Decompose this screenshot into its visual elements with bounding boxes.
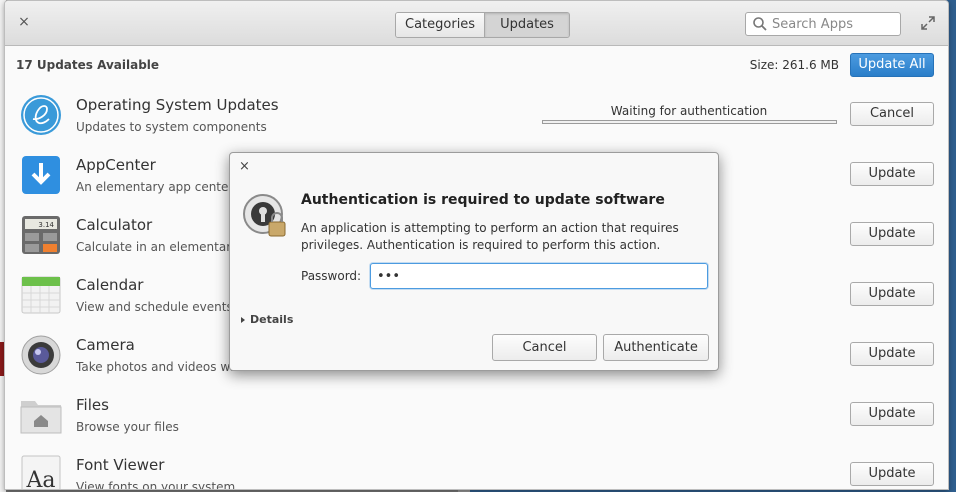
appcenter-icon bbox=[22, 156, 60, 194]
search-icon bbox=[753, 17, 767, 31]
updates-count: 17 Updates Available bbox=[16, 58, 160, 72]
details-expander[interactable]: Details bbox=[241, 313, 293, 326]
headerbar: × Categories Updates bbox=[5, 1, 948, 46]
update-button[interactable]: Update bbox=[850, 402, 934, 426]
update-button[interactable]: Update bbox=[850, 162, 934, 186]
dialog-title: Authentication is required to update sof… bbox=[301, 192, 665, 208]
update-description: View fonts on your system bbox=[76, 480, 236, 490]
dialog-close-button[interactable]: × bbox=[239, 159, 250, 174]
os-updates-icon bbox=[21, 95, 61, 135]
update-title: AppCenter bbox=[76, 156, 156, 174]
search-input[interactable] bbox=[772, 15, 896, 33]
svg-text:3.14: 3.14 bbox=[38, 221, 54, 229]
update-title: Operating System Updates bbox=[76, 96, 279, 114]
update-button[interactable]: Update bbox=[850, 462, 934, 486]
font-viewer-icon: Aa bbox=[21, 455, 61, 490]
maximize-icon[interactable] bbox=[921, 16, 935, 30]
update-description: View and schedule events bbox=[76, 300, 233, 314]
update-description: Browse your files bbox=[76, 420, 179, 434]
update-title: Calendar bbox=[76, 276, 144, 294]
update-button[interactable]: Update bbox=[850, 222, 934, 246]
update-title: Calculator bbox=[76, 216, 153, 234]
files-icon bbox=[20, 401, 62, 434]
update-button[interactable]: Update bbox=[850, 342, 934, 366]
update-title: Camera bbox=[76, 336, 135, 354]
camera-icon bbox=[21, 335, 61, 375]
update-row-files: Files Browse your files Update bbox=[5, 389, 948, 449]
update-description: An elementary app center. bbox=[76, 180, 237, 194]
update-all-button[interactable]: Update All bbox=[850, 53, 934, 77]
calculator-icon: 3.14 bbox=[22, 216, 60, 254]
update-title: Font Viewer bbox=[76, 456, 165, 474]
authentication-dialog: × Authentication is required to update s… bbox=[229, 152, 719, 371]
search-box[interactable] bbox=[745, 12, 901, 36]
update-title: Files bbox=[76, 396, 109, 414]
expander-triangle-icon bbox=[241, 317, 245, 323]
update-description: Updates to system components bbox=[76, 120, 267, 134]
update-row-os: Operating System Updates Updates to syst… bbox=[5, 89, 948, 149]
dialog-message: An application is attempting to perform … bbox=[301, 221, 679, 252]
update-row-font-viewer: Aa Font Viewer View fonts on your system… bbox=[5, 449, 948, 490]
tab-categories[interactable]: Categories bbox=[396, 13, 485, 37]
cancel-update-button[interactable]: Cancel bbox=[850, 102, 934, 126]
update-status: Waiting for authentication bbox=[610, 104, 768, 118]
update-progress-bar bbox=[542, 120, 837, 124]
password-label: Password: bbox=[301, 269, 362, 283]
download-size: Size: 261.6 MB bbox=[749, 58, 839, 72]
svg-text:Aa: Aa bbox=[25, 468, 55, 490]
lock-icon bbox=[243, 194, 286, 237]
dialog-cancel-button[interactable]: Cancel bbox=[492, 334, 597, 361]
password-field[interactable] bbox=[370, 263, 708, 289]
authenticate-button[interactable]: Authenticate bbox=[603, 334, 709, 361]
tab-updates[interactable]: Updates bbox=[484, 13, 569, 37]
calendar-icon bbox=[21, 276, 61, 314]
details-label: Details bbox=[250, 313, 294, 326]
password-input[interactable] bbox=[377, 265, 697, 287]
update-button[interactable]: Update bbox=[850, 282, 934, 306]
view-switcher: Categories Updates bbox=[395, 12, 570, 38]
window-close-button[interactable]: × bbox=[17, 15, 31, 29]
